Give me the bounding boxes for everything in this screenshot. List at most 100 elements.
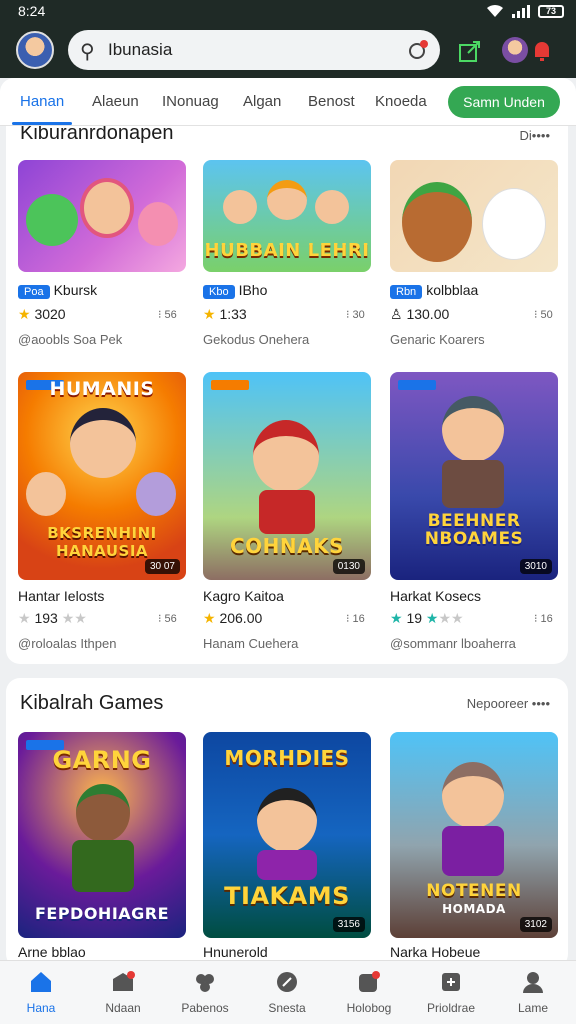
game-tile[interactable]: MORHDIES TIAKAMS 3156: [203, 732, 371, 938]
game-size: 0130: [332, 559, 365, 574]
game-tile[interactable]: HUBBAIN LEHRI: [203, 160, 371, 272]
apps-icon: [196, 974, 214, 992]
tab-action-button[interactable]: Samn Unden: [448, 86, 560, 118]
nav-label: Pabenos: [181, 1001, 229, 1015]
character-art: [253, 420, 319, 492]
game-badge: Kbo: [203, 285, 235, 299]
nav-games[interactable]: Ndaan: [82, 969, 164, 1015]
explore-icon: [277, 972, 297, 992]
tab-inonuag[interactable]: INonuag: [162, 93, 219, 110]
game-art-title: MORHDIES: [224, 746, 350, 770]
star-icon: ★: [425, 610, 439, 626]
wifi-icon: [487, 4, 503, 17]
tab-knoeda[interactable]: Knoeda: [375, 93, 427, 110]
nav-profile[interactable]: Lame: [492, 969, 574, 1015]
status-time: 8:24: [18, 3, 46, 19]
nav-apps[interactable]: Pabenos: [164, 969, 246, 1015]
game-developer: Hanam Cuehera: [203, 636, 299, 651]
game-developer: @roloalas Ithpen: [18, 636, 117, 651]
nav-updates[interactable]: Prioldrae: [410, 969, 492, 1015]
game-art-subtitle: BKSRENHINI HANAUSIA: [47, 524, 157, 560]
tab-alaeun[interactable]: Alaeun: [92, 93, 139, 110]
character-art: [442, 396, 504, 462]
game-tile[interactable]: [18, 160, 186, 272]
game-name: Hnunerold: [203, 944, 268, 960]
star-icon: ★: [203, 610, 216, 626]
character-art: [257, 850, 317, 880]
game-rating: ♙ 130.00: [390, 306, 450, 322]
character-art: [26, 472, 66, 516]
section-more-link[interactable]: Nepooreer ••••: [467, 696, 550, 711]
library-icon: [359, 971, 380, 992]
game-developer: Genaric Koarers: [390, 332, 485, 347]
star-icon: ★: [18, 610, 31, 626]
tab-bar: Hanan Alaeun INonuag Algan Benost Knoeda…: [0, 78, 576, 126]
character-art: [70, 408, 136, 478]
avatar[interactable]: [16, 31, 54, 69]
game-name: Kagro Kaitoa: [203, 588, 284, 604]
game-rating: ★ 193 ★★: [18, 610, 87, 626]
main-content: Hanan Alaeun INonuag Algan Benost Knoeda…: [0, 78, 576, 1024]
game-art-subtitle: HOMADA: [442, 902, 506, 916]
game-meta: ⁝ 30: [346, 309, 365, 321]
game-art-title: GARNG: [52, 746, 152, 774]
game-meta: ⁝ 16: [534, 613, 553, 625]
nav-search[interactable]: Snesta: [246, 969, 328, 1015]
game-tile[interactable]: GARNG FEPDOHIAGRE: [18, 732, 186, 938]
star-icon: ★★: [438, 610, 464, 626]
share-icon[interactable]: [456, 37, 484, 65]
tab-hanan[interactable]: Hanan: [20, 93, 64, 110]
character-art: [138, 202, 178, 246]
game-meta: ⁝ 56: [158, 613, 177, 625]
game-name: Arne bblao: [18, 944, 86, 960]
signal-icon: [512, 4, 530, 18]
nav-label: Ndaan: [105, 1001, 141, 1015]
star-icon: ★★: [61, 610, 87, 626]
game-tag: [211, 380, 249, 390]
search-input[interactable]: [108, 38, 398, 62]
game-developer: Gekodus Onehera: [203, 332, 310, 347]
character-art: [482, 188, 546, 260]
top-bar: ⚲: [0, 24, 576, 78]
search-bar[interactable]: ⚲: [68, 30, 440, 70]
nav-label: Hana: [26, 1001, 56, 1015]
voice-search-icon[interactable]: [406, 38, 430, 62]
game-rating: ★ 1:33: [203, 306, 247, 322]
nav-home[interactable]: Hana: [0, 969, 82, 1015]
character-art: [442, 460, 504, 508]
profile-icon[interactable]: [502, 37, 528, 63]
game-meta: ⁝ 50: [534, 309, 553, 321]
nav-label: Holobog: [346, 1001, 392, 1015]
character-art: [267, 180, 307, 220]
game-meta: ⁝ 16: [346, 613, 365, 625]
game-size: 30 07: [144, 559, 180, 574]
game-art-subtitle: FEPDOHIAGRE: [34, 904, 170, 923]
nav-label: Snesta: [268, 1001, 306, 1015]
star-icon: ★: [203, 306, 216, 322]
section-more-link[interactable]: Di••••: [520, 128, 550, 143]
tab-benost[interactable]: Benost: [308, 93, 355, 110]
notification-icon[interactable]: [530, 37, 554, 65]
game-tile[interactable]: COHNAKS 0130: [203, 372, 371, 580]
nav-label: Prioldrae: [426, 1001, 476, 1015]
section-title: Kibalrah Games: [20, 692, 164, 714]
game-size: 3156: [332, 917, 365, 932]
tab-algan[interactable]: Algan: [243, 93, 281, 110]
nav-library[interactable]: Holobog: [328, 969, 410, 1015]
game-art-title: BEEHNER NBOAMES: [424, 511, 524, 549]
game-name: Hantar Ielosts: [18, 588, 105, 604]
game-developer: @sommanr lboaherra: [390, 636, 516, 651]
game-tile[interactable]: HUMANIS BKSRENHINI HANAUSIA 30 07: [18, 372, 186, 580]
game-badge: Poa: [18, 285, 50, 299]
character-art: [257, 788, 317, 852]
character-art: [26, 194, 78, 246]
game-tile[interactable]: NOTENEN HOMADA 3102: [390, 732, 558, 938]
section-recommended: Kiburanrdonapen Di•••• HUBBAIN LEHRI Poa…: [6, 126, 568, 664]
bottom-nav: Hana Ndaan Pabenos Snesta Holobog Priold…: [0, 960, 576, 1024]
character-art: [76, 784, 130, 842]
game-tile[interactable]: BEEHNER NBOAMES 3010: [390, 372, 558, 580]
game-art-title: COHNAKS: [229, 534, 345, 558]
user-icon: ♙: [390, 306, 403, 322]
game-tile[interactable]: [390, 160, 558, 272]
game-meta: ⁝ 56: [158, 309, 177, 321]
